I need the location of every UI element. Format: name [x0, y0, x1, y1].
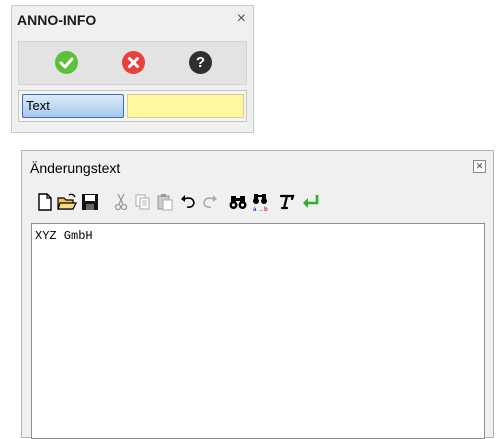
copy-icon[interactable]: [133, 192, 153, 212]
paste-icon[interactable]: [155, 192, 175, 212]
svg-text:a: a: [253, 207, 257, 212]
editor-content: XYZ GmbH: [35, 229, 93, 243]
svg-text:b: b: [264, 207, 268, 212]
x-circle-icon[interactable]: [122, 51, 145, 74]
save-icon[interactable]: [80, 192, 100, 212]
cut-icon[interactable]: [111, 192, 131, 212]
open-folder-icon[interactable]: [57, 192, 77, 212]
close-icon[interactable]: ×: [237, 10, 246, 28]
text-value-field[interactable]: [127, 94, 244, 118]
text-field-row: Text: [18, 90, 247, 122]
redo-icon[interactable]: [200, 192, 220, 212]
text-button[interactable]: Text: [22, 94, 124, 118]
insert-return-icon[interactable]: [301, 192, 321, 212]
new-document-icon[interactable]: [35, 192, 55, 212]
undo-icon[interactable]: [178, 192, 198, 212]
replace-icon[interactable]: a → b: [251, 192, 271, 212]
check-circle-icon[interactable]: [55, 51, 78, 74]
find-icon[interactable]: [228, 192, 248, 212]
aenderungstext-window: Änderungstext ✕ a → b XYZ GmbH: [21, 150, 494, 439]
anno-info-panel: ANNO-INFO × ? Text: [11, 5, 254, 133]
anno-info-title: ANNO-INFO: [17, 12, 97, 28]
font-icon[interactable]: [277, 192, 297, 212]
text-editor[interactable]: XYZ GmbH: [31, 223, 485, 439]
window-close-icon[interactable]: ✕: [473, 160, 486, 173]
question-circle-icon[interactable]: ?: [189, 51, 212, 74]
window-title: Änderungstext: [30, 160, 121, 176]
action-button-row: ?: [18, 41, 247, 85]
